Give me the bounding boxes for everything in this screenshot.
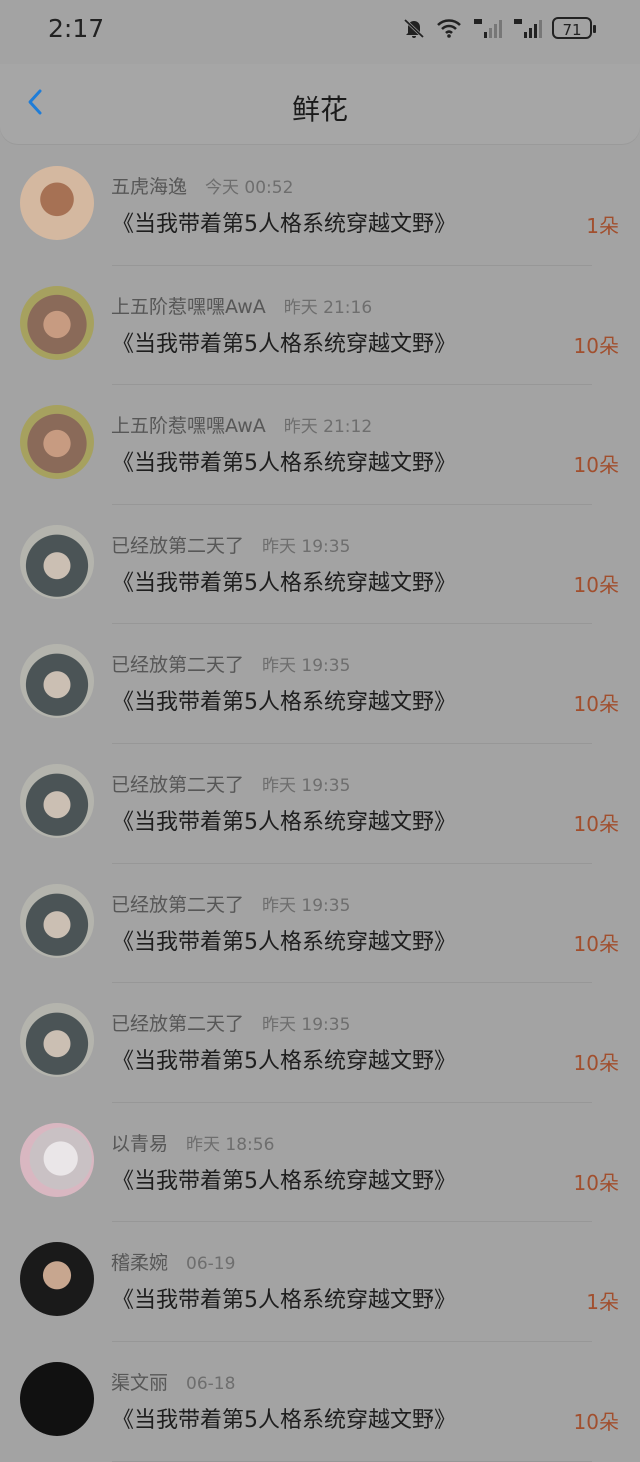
book-title: 《当我带着第5人格系统穿越文野》 [112,212,456,237]
book-title: 《当我带着第5人格系统穿越文野》 [112,1049,456,1075]
avatar [20,285,94,360]
flower-count: 1朵 [586,214,619,238]
avatar [20,883,94,958]
flower-count: 10朵 [573,1051,619,1076]
status-icons: 71 [402,16,596,40]
timestamp: 06-18 [186,1373,236,1394]
flower-list: 五虎海逸 今天 00:52 《当我带着第5人格系统穿越文野》 1朵 上五阶惹嘿嘿A… [0,146,640,1462]
timestamp: 昨天 19:35 [262,536,351,557]
sender-name: 已经放第二天了 昨天 19:35 [111,1013,351,1036]
list-item[interactable]: 渠文丽 06-18 《当我带着第5人格系统穿越文野》 10朵 [0,1342,640,1462]
list-item[interactable]: 已经放第二天了 昨天 19:35 《当我带着第5人格系统穿越文野》 10朵 [0,864,640,984]
timestamp: 昨天 21:16 [283,297,373,318]
flower-count: 10朵 [573,1409,619,1434]
list-item[interactable]: 以青易 昨天 18:56 《当我带着第5人格系统穿越文野》 10朵 [0,1103,640,1223]
list-item[interactable]: 已经放第二天了 昨天 19:35 《当我带着第5人格系统穿越文野》 10朵 [0,505,640,625]
book-title: 《当我带着第5人格系统穿越文野》 [112,331,456,357]
timestamp: 昨天 21:12 [283,417,373,438]
signal-4g-icon [514,19,542,38]
timestamp: 昨天 18:56 [186,1134,275,1155]
timestamp: 昨天 19:35 [262,775,351,796]
sender-name: 渠文丽 06-18 [111,1371,236,1394]
sender-name: 已经放第二天了 昨天 19:35 [111,773,351,796]
sender-name: 上五阶惹嘿嘿AwA 昨天 21:12 [111,415,373,438]
book-title: 《当我带着第5人格系统穿越文野》 [112,690,456,716]
flower-count: 1朵 [586,1290,619,1315]
status-bar: 2:17 71 [0,0,640,64]
flower-count: 10朵 [573,692,619,717]
timestamp: 06-19 [186,1254,236,1275]
list-item[interactable]: 五虎海逸 今天 00:52 《当我带着第5人格系统穿越文野》 1朵 [0,146,640,266]
avatar [20,524,94,599]
flower-count: 10朵 [573,453,619,478]
timestamp: 昨天 19:35 [262,656,351,677]
book-title: 《当我带着第5人格系统穿越文野》 [112,451,456,477]
list-item[interactable]: 上五阶惹嘿嘿AwA 昨天 21:16 《当我带着第5人格系统穿越文野》 10朵 [0,266,640,386]
status-time: 2:17 [48,14,105,43]
mute-bell-icon [403,18,425,39]
avatar [20,405,94,480]
book-title: 《当我带着第5人格系统穿越文野》 [112,570,456,596]
list-item[interactable]: 已经放第二天了 昨天 19:35 《当我带着第5人格系统穿越文野》 10朵 [0,624,640,744]
sender-name: 上五阶惹嘿嘿AwA 昨天 21:16 [111,295,373,318]
wifi-icon [437,19,461,38]
avatar [20,763,94,838]
avatar [20,1003,94,1078]
list-item[interactable]: 已经放第二天了 昨天 19:35 《当我带着第5人格系统穿越文野》 10朵 [0,983,640,1103]
avatar [20,1122,94,1197]
list-item[interactable]: 已经放第二天了 昨天 19:35 《当我带着第5人格系统穿越文野》 10朵 [0,744,640,864]
avatar [20,1242,94,1317]
flower-count: 10朵 [573,931,619,956]
signal-4g-icon [474,19,502,38]
avatar [20,1361,94,1436]
book-title: 《当我带着第5人格系统穿越文野》 [112,1288,456,1314]
timestamp: 昨天 19:35 [262,1015,351,1036]
book-title: 《当我带着第5人格系统穿越文野》 [112,929,456,955]
header: 鲜花 [0,64,640,144]
flower-count: 10朵 [573,811,619,836]
sender-name: 稽柔婉 06-19 [111,1252,236,1275]
avatar [20,166,94,240]
book-title: 《当我带着第5人格系统穿越文野》 [112,809,456,835]
timestamp: 今天 00:52 [205,178,294,198]
avatar [20,644,94,719]
flower-count: 10朵 [573,333,619,358]
sender-name: 已经放第二天了 昨天 19:35 [111,654,351,677]
book-title: 《当我带着第5人格系统穿越文野》 [112,1407,456,1433]
sender-name: 已经放第二天了 昨天 19:35 [111,893,351,916]
list-item[interactable]: 稽柔婉 06-19 《当我带着第5人格系统穿越文野》 1朵 [0,1222,640,1342]
sender-name: 五虎海逸 今天 00:52 [111,176,294,198]
flower-count: 10朵 [573,572,619,597]
book-title: 《当我带着第5人格系统穿越文野》 [112,1168,456,1194]
flower-count: 10朵 [573,1170,619,1195]
page-title: 鲜花 [291,93,348,126]
timestamp: 昨天 19:35 [262,895,351,916]
sender-name: 以青易 昨天 18:56 [111,1132,275,1155]
list-item[interactable]: 上五阶惹嘿嘿AwA 昨天 21:12 《当我带着第5人格系统穿越文野》 10朵 [0,385,640,505]
sender-name: 已经放第二天了 昨天 19:35 [111,534,351,557]
battery-indicator: 71 [552,17,596,39]
